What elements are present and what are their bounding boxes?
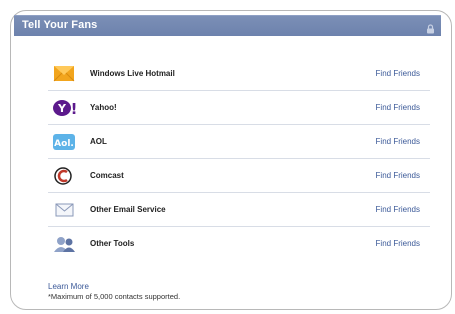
service-name: Windows Live Hotmail [90, 69, 175, 78]
find-friends-link[interactable]: Find Friends [376, 171, 420, 180]
find-friends-link[interactable]: Find Friends [376, 205, 420, 214]
service-row-comcast: Comcast Find Friends [48, 159, 430, 193]
learn-more-link[interactable]: Learn More [48, 282, 180, 292]
service-row-hotmail: Windows Live Hotmail Find Friends [48, 57, 430, 91]
contacts-limit-note: *Maximum of 5,000 contacts supported. [48, 292, 181, 301]
footer: Learn More *Maximum of 5,000 contacts su… [48, 282, 180, 302]
service-name: Other Email Service [90, 205, 166, 214]
find-friends-link[interactable]: Find Friends [376, 103, 420, 112]
aol-logo-icon: Aol. [52, 132, 78, 152]
service-name: Other Tools [90, 239, 135, 248]
service-name: AOL [90, 137, 107, 146]
svg-text:Aol.: Aol. [54, 139, 74, 149]
panel-title: Tell Your Fans [22, 19, 98, 31]
comcast-logo-icon [52, 166, 78, 186]
service-row-other-email: Other Email Service Find Friends [48, 193, 430, 227]
svg-text:!: ! [71, 100, 78, 118]
service-row-other-tools: Other Tools Find Friends [48, 227, 430, 261]
service-name: Yahoo! [90, 103, 117, 112]
people-icon [52, 234, 78, 254]
hotmail-envelope-icon [52, 64, 78, 84]
service-row-aol: Aol. AOL Find Friends [48, 125, 430, 159]
service-row-yahoo: Y ! Yahoo! Find Friends [48, 91, 430, 125]
find-friends-link[interactable]: Find Friends [376, 69, 420, 78]
yahoo-logo-icon: Y ! [52, 98, 78, 118]
email-services-list: Windows Live Hotmail Find Friends Y ! Ya… [48, 57, 430, 261]
find-friends-link[interactable]: Find Friends [376, 239, 420, 248]
service-name: Comcast [90, 171, 124, 180]
lock-icon [426, 21, 435, 34]
panel-header: Tell Your Fans [14, 15, 441, 36]
svg-text:Y: Y [57, 102, 67, 115]
find-friends-link[interactable]: Find Friends [376, 137, 420, 146]
envelope-icon [52, 200, 78, 220]
